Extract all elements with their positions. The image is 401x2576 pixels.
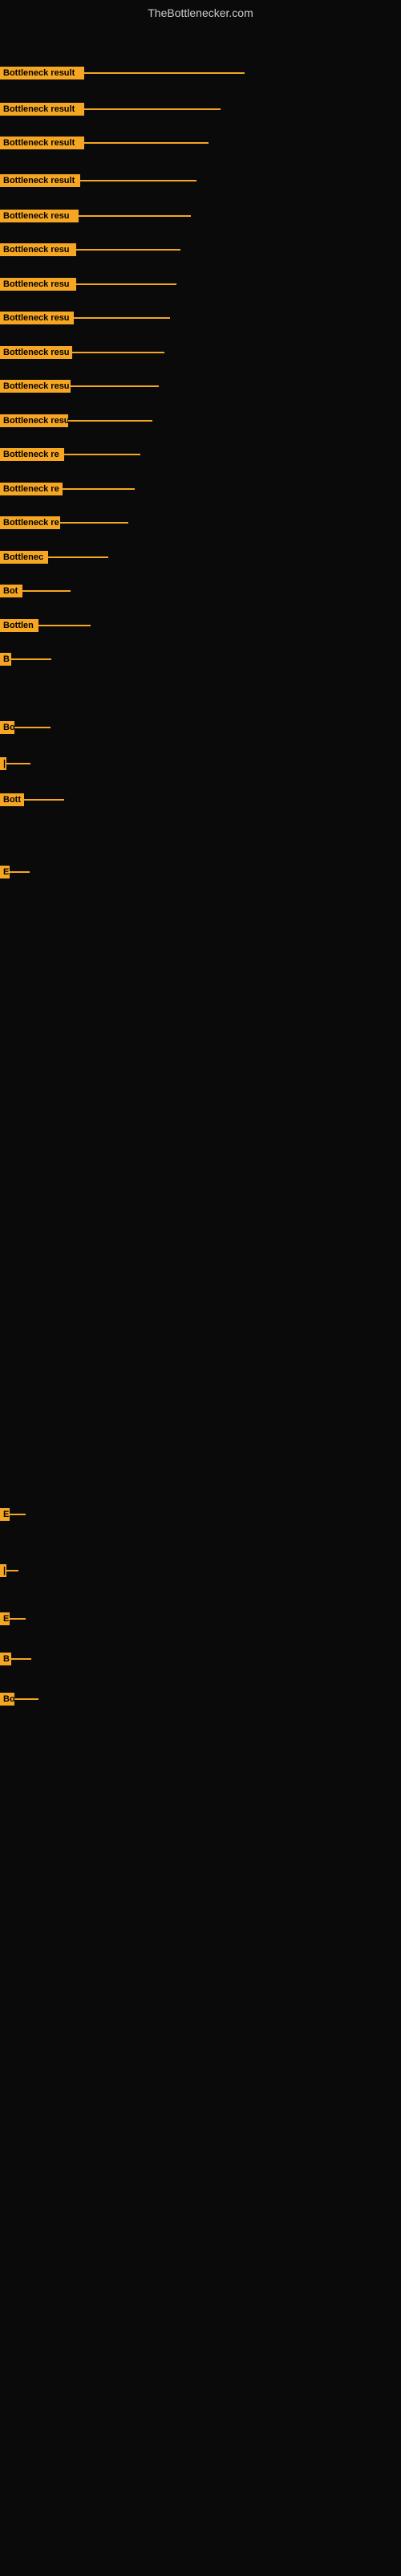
bottleneck-bar-19: Bo [0,721,51,734]
bottleneck-line-20 [6,763,30,764]
bottleneck-label-18: B [0,653,11,666]
bottleneck-bar-24: | [0,1564,18,1577]
bottleneck-line-13 [63,488,135,490]
bottleneck-bar-14: Bottleneck re [0,516,128,529]
bottleneck-label-6: Bottleneck resu [0,243,76,256]
bottleneck-label-19: Bo [0,721,14,734]
bottleneck-line-10 [71,385,159,387]
bottleneck-label-15: Bottlenec [0,551,48,564]
bottleneck-bar-9: Bottleneck resu [0,346,164,359]
bottleneck-bar-4: Bottleneck result [0,174,196,187]
bottleneck-label-7: Bottleneck resu [0,278,76,291]
bottleneck-line-22 [10,871,30,873]
bottleneck-label-25: E [0,1612,10,1625]
bottleneck-label-14: Bottleneck re [0,516,60,529]
bottleneck-label-24: | [0,1564,6,1577]
site-title: TheBottlenecker.com [0,0,401,22]
bottleneck-line-11 [68,420,152,422]
bottleneck-label-22: E [0,866,10,878]
bottleneck-label-13: Bottleneck re [0,483,63,495]
bottleneck-line-4 [80,180,196,181]
bottleneck-label-26: B [0,1653,11,1665]
bottleneck-bar-16: Bot [0,585,71,597]
bottleneck-label-4: Bottleneck result [0,174,80,187]
bottleneck-line-23 [10,1514,26,1515]
bottleneck-bar-2: Bottleneck result [0,103,221,116]
bottleneck-bar-7: Bottleneck resu [0,278,176,291]
bottleneck-line-16 [22,590,71,592]
bottleneck-bar-13: Bottleneck re [0,483,135,495]
bottleneck-bar-26: B [0,1653,31,1665]
bottleneck-line-7 [76,283,176,285]
bottleneck-line-12 [64,454,140,455]
bottleneck-line-18 [11,658,51,660]
bottleneck-line-25 [10,1618,26,1620]
bottleneck-line-1 [84,72,245,74]
bottleneck-bar-6: Bottleneck resu [0,243,180,256]
bottleneck-label-1: Bottleneck result [0,67,84,79]
bottleneck-label-2: Bottleneck result [0,103,84,116]
bottleneck-bar-12: Bottleneck re [0,448,140,461]
bottleneck-bar-5: Bottleneck resu [0,210,191,222]
bottleneck-bar-3: Bottleneck result [0,137,209,149]
bottleneck-bar-15: Bottlenec [0,551,108,564]
bottleneck-line-21 [24,799,64,801]
bottleneck-label-16: Bot [0,585,22,597]
bottleneck-line-2 [84,108,221,110]
bottleneck-line-14 [60,522,128,524]
bottleneck-label-21: Bott [0,793,24,806]
bottleneck-label-27: Bo [0,1693,14,1706]
bottleneck-bar-27: Bo [0,1693,38,1706]
bottleneck-bar-1: Bottleneck result [0,67,245,79]
bottleneck-label-9: Bottleneck resu [0,346,72,359]
bottleneck-bar-22: E [0,866,30,878]
bottleneck-label-3: Bottleneck result [0,137,84,149]
bottleneck-label-17: Bottlen [0,619,38,632]
bottleneck-line-5 [79,215,191,217]
bottleneck-bar-20: | [0,757,30,770]
bottleneck-line-17 [38,625,91,626]
bottleneck-bar-11: Bottleneck resu [0,414,152,427]
bottleneck-bar-10: Bottleneck resu [0,380,159,393]
bottleneck-bar-25: E [0,1612,26,1625]
bottleneck-line-9 [72,352,164,353]
bottleneck-line-15 [48,556,108,558]
bottleneck-bar-17: Bottlen [0,619,91,632]
bottleneck-bar-21: Bott [0,793,64,806]
bottleneck-line-27 [14,1698,38,1700]
bottleneck-line-26 [11,1658,31,1660]
bottleneck-label-8: Bottleneck resu [0,312,74,324]
bottleneck-line-19 [14,727,51,728]
bottleneck-label-23: E [0,1508,10,1521]
bottleneck-label-10: Bottleneck resu [0,380,71,393]
bottleneck-line-8 [74,317,170,319]
bottleneck-label-12: Bottleneck re [0,448,64,461]
bottleneck-bar-8: Bottleneck resu [0,312,170,324]
bottleneck-line-3 [84,142,209,144]
bottleneck-bar-23: E [0,1508,26,1521]
bottleneck-label-20: | [0,757,6,770]
bottleneck-line-6 [76,249,180,251]
bottleneck-label-5: Bottleneck resu [0,210,79,222]
bottleneck-bar-18: B [0,653,51,666]
bottleneck-line-24 [6,1570,18,1571]
bottleneck-label-11: Bottleneck resu [0,414,68,427]
